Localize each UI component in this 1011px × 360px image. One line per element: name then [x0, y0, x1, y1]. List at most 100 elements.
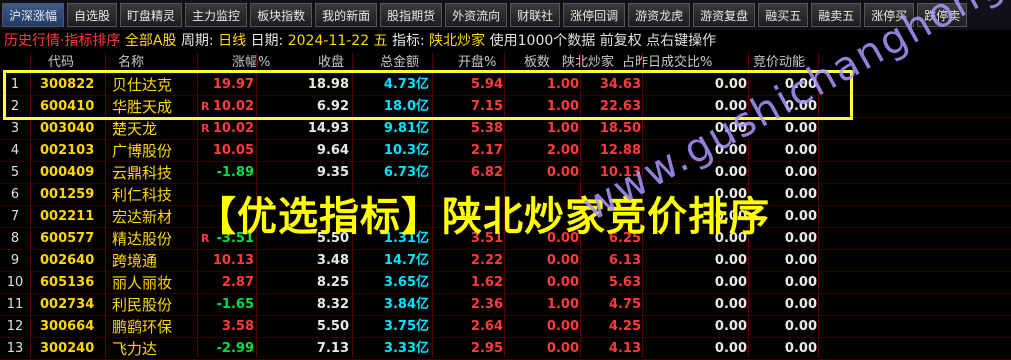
stock-code: 600577 [40, 231, 95, 246]
indicator-value: 4.75 [608, 297, 641, 312]
toolbar-button[interactable]: 我的新面 [315, 3, 378, 27]
period-label: 周期: [180, 33, 214, 49]
toolbar-button[interactable]: 沪深涨幅 [2, 3, 65, 27]
table-row[interactable]: 4 002103 广博股份 10.05 9.64 10.3亿 2.17 2.00 12.88 0.… [0, 140, 1011, 162]
close-price: 8.32 [316, 297, 349, 312]
promo-banner: 【优选指标】陕北炒家竞价排序 [196, 194, 770, 240]
stock-code: 002734 [40, 297, 95, 312]
change-pct: 10.02 [212, 121, 254, 136]
usage-note: 使用1000个数据 前复权 点右键操作 [489, 33, 717, 49]
row-number: 5 [10, 165, 20, 180]
toolbar-button[interactable]: 涨停回调 [563, 3, 626, 27]
indicator-value: 4.25 [608, 319, 641, 334]
open-pct: 2.36 [470, 297, 503, 312]
margin-flag: R [201, 122, 210, 135]
toolbar-button[interactable]: 游资复盘 [693, 3, 756, 27]
total-amount: 3.75亿 [383, 319, 429, 334]
toolbar-button[interactable]: 财联社 [510, 3, 561, 27]
open-pct: 2.64 [470, 319, 503, 334]
date-value[interactable]: 2024-11-22 五 [288, 33, 388, 49]
volume-ratio: 0.00 [714, 275, 747, 290]
stock-code: 003040 [40, 121, 95, 136]
toolbar-button[interactable]: 融卖五 [811, 3, 862, 27]
stock-code: 002211 [40, 209, 95, 224]
board-count: 0.00 [546, 275, 579, 290]
toolbar-button[interactable]: 板块指数 [250, 3, 313, 27]
board-count: 0.00 [546, 253, 579, 268]
indicator-value[interactable]: 陕北炒家 [429, 33, 485, 49]
toolbar-button[interactable]: 盯盘精灵 [120, 3, 183, 27]
stock-name: 楚天龙 [112, 120, 158, 138]
scope-label[interactable]: 全部A股 [125, 33, 177, 49]
table-row[interactable]: 5 000409 云鼎科技 -1.89 9.35 6.73亿 6.82 0.00 10.13 0.… [0, 162, 1011, 184]
change-pct: -1.89 [216, 165, 254, 180]
auction-momentum: 0.00 [784, 165, 817, 180]
board-count: 1.00 [546, 297, 579, 312]
open-pct: 5.38 [470, 121, 503, 136]
close-price: 9.64 [316, 143, 349, 158]
auction-momentum: 0.00 [784, 253, 817, 268]
close-price: 5.50 [316, 319, 349, 334]
table-row[interactable]: 10 605136 丽人丽妆 2.87 8.25 3.65亿 1.62 0.00 5.63 0.0… [0, 272, 1011, 294]
change-pct: 2.87 [221, 275, 254, 290]
open-pct: 1.62 [470, 275, 503, 290]
close-price: 9.35 [316, 165, 349, 180]
stock-code: 605136 [40, 275, 95, 290]
stock-name: 丽人丽妆 [112, 274, 173, 292]
board-count: 1.00 [546, 121, 579, 136]
indicator-value: 6.13 [608, 253, 641, 268]
row-number: 4 [10, 143, 20, 158]
board-count: 2.00 [546, 143, 579, 158]
period-value[interactable]: 日线 [218, 33, 246, 49]
toolbar-button[interactable]: 融买五 [758, 3, 809, 27]
stock-name: 云鼎科技 [112, 164, 173, 182]
close-price: 3.48 [316, 253, 349, 268]
stock-name: 鹏鹞环保 [112, 318, 173, 336]
change-pct: 10.13 [212, 253, 254, 268]
volume-ratio: 0.00 [714, 319, 747, 334]
change-pct: 3.58 [221, 319, 254, 334]
auction-momentum: 0.00 [784, 143, 817, 158]
change-pct: -1.65 [216, 297, 254, 312]
toolbar-button[interactable]: 游资龙虎 [628, 3, 691, 27]
auction-momentum: 0.00 [784, 209, 817, 224]
auction-momentum: 0.00 [784, 187, 817, 202]
auction-momentum: 0.00 [784, 319, 817, 334]
stock-name: 利仁科技 [112, 186, 173, 204]
total-amount: 3.65亿 [383, 275, 429, 290]
table-row[interactable]: 11 002734 利民股份 -1.65 8.32 3.84亿 2.36 1.00 4.75 0.… [0, 294, 1011, 316]
stock-name: 利民股份 [112, 296, 173, 314]
row-number: 6 [10, 187, 20, 202]
auction-momentum: 0.00 [784, 297, 817, 312]
toolbar-button[interactable]: 自选股 [67, 3, 118, 27]
board-count: 0.00 [546, 319, 579, 334]
stock-code: 000409 [40, 165, 95, 180]
row-number: 9 [10, 253, 20, 268]
page-title: 历史行情·指标排序 [4, 33, 121, 49]
auction-momentum: 0.00 [784, 275, 817, 290]
row-number: 10 [6, 275, 24, 290]
stock-name: 跨境通 [112, 252, 158, 270]
volume-ratio: 0.00 [714, 253, 747, 268]
date-label: 日期: [250, 33, 284, 49]
indicator-value: 18.50 [599, 121, 641, 136]
stock-code: 001259 [40, 187, 95, 202]
total-amount: 9.81亿 [383, 121, 429, 136]
total-amount: 10.3亿 [383, 143, 429, 158]
toolbar-button[interactable]: 主力监控 [185, 3, 248, 27]
stock-name: 精达股份 [112, 230, 173, 248]
toolbar-button[interactable]: 外资流向 [445, 3, 508, 27]
table-row[interactable]: 9 002640 跨境通 10.13 3.48 14.7亿 2.22 0.00 6.13 0.00… [0, 250, 1011, 272]
open-pct: 2.17 [470, 143, 503, 158]
total-amount: 3.84亿 [383, 297, 429, 312]
close-price: 14.93 [307, 121, 349, 136]
change-pct: 10.05 [212, 143, 254, 158]
row-number: 12 [6, 319, 24, 334]
top-toolbar: 沪深涨幅 自选股 盯盘精灵 主力监控 板块指数 我的新面 股指期货 外资流向 财联社 涨停回调 游资… [0, 0, 1011, 30]
toolbar-button[interactable]: 股指期货 [380, 3, 443, 27]
close-price: 8.25 [316, 275, 349, 290]
indicator-value: 5.63 [608, 275, 641, 290]
table-row[interactable]: 3 003040 楚天龙 R 10.02 14.93 9.81亿 5.38 1.00 18.50 0… [0, 118, 1011, 140]
stock-code: 002640 [40, 253, 95, 268]
table-row[interactable]: 12 300664 鹏鹞环保 3.58 5.50 3.75亿 2.64 0.00 4.25 0.0… [0, 316, 1011, 338]
